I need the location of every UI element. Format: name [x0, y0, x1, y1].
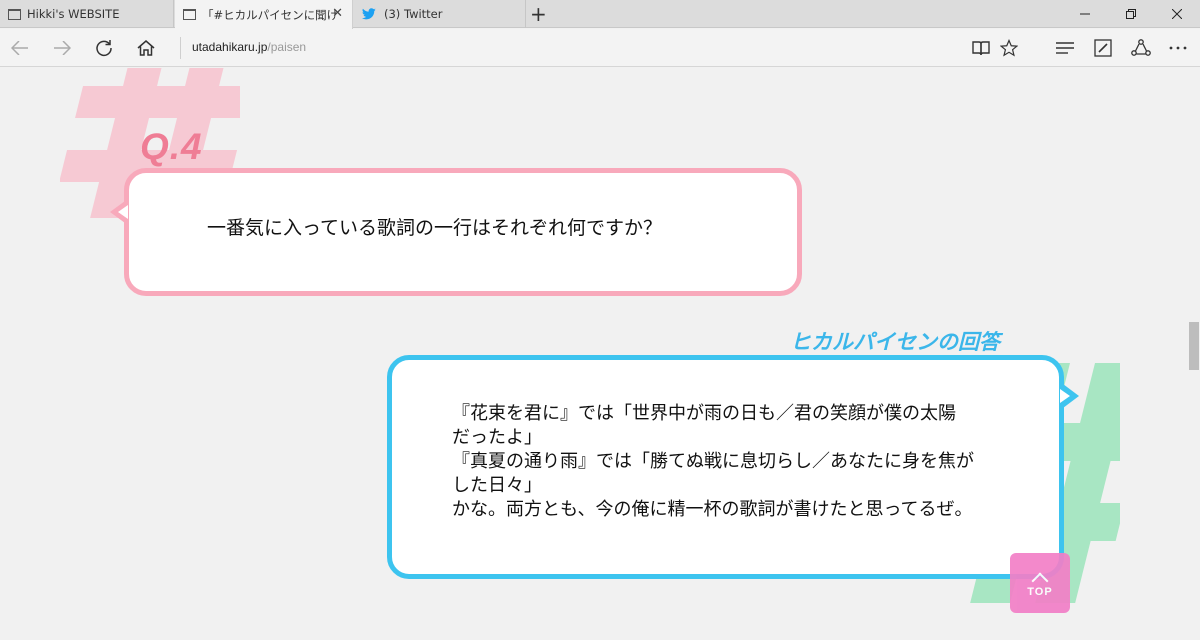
- answer-line: 『真夏の通り雨』では「勝てぬ戦に息切らし／あなたに身を焦が: [452, 451, 974, 472]
- answer-heading: ヒカルパイセンの回答: [790, 330, 1000, 354]
- question-text: 一番気に入っている歌詞の一行はそれぞれ何ですか？: [207, 217, 663, 239]
- url-path: /paisen: [267, 40, 307, 54]
- answer-text: 『花束を君に』では「世界中が雨の日も／君の笑顔が僕の太陽 だったよ」 『真夏の通…: [452, 402, 1012, 522]
- home-icon: [137, 40, 155, 56]
- refresh-icon: [96, 40, 112, 57]
- url-field[interactable]: utadahikaru.jp/paisen: [192, 40, 306, 54]
- tab-label: Hikki's WEBSITE: [27, 7, 120, 21]
- answer-line: した日々」: [452, 475, 542, 496]
- close-icon: [1172, 9, 1182, 19]
- restore-icon: [1126, 9, 1136, 19]
- answer-line: 『花束を君に』では「世界中が雨の日も／君の笑顔が僕の太陽: [452, 403, 956, 424]
- more-button[interactable]: [1158, 29, 1198, 67]
- page-content: Q.4 一番気に入っている歌詞の一行はそれぞれ何ですか？ ヒカルパイセンの回答 …: [0, 68, 1200, 640]
- question-number: Q.4: [140, 126, 203, 167]
- back-arrow-icon: [11, 41, 28, 55]
- minimize-icon: [1080, 13, 1090, 15]
- favorite-button[interactable]: [989, 29, 1029, 67]
- url-host: utadahikaru.jp: [192, 40, 268, 54]
- forward-button[interactable]: [42, 29, 82, 67]
- share-button[interactable]: [1121, 29, 1161, 67]
- answer-line: だったよ」: [452, 427, 542, 448]
- back-button[interactable]: [0, 29, 40, 67]
- book-icon: [972, 41, 990, 56]
- home-button[interactable]: [126, 29, 166, 67]
- tab-bar: Hikki's WEBSITE 「#ヒカルパイセンに聞け」Q& ✕ (3) Tw…: [0, 0, 1200, 29]
- url-separator: [180, 37, 181, 59]
- forward-arrow-icon: [54, 41, 71, 55]
- more-dots-icon: [1169, 46, 1187, 50]
- new-tab-button[interactable]: +: [530, 2, 547, 26]
- tab-hikkis-website[interactable]: Hikki's WEBSITE: [0, 0, 174, 28]
- back-to-top-button[interactable]: TOP: [1010, 553, 1070, 613]
- web-note-button[interactable]: [1083, 29, 1123, 67]
- restore-button[interactable]: [1108, 0, 1154, 28]
- close-window-button[interactable]: [1154, 0, 1200, 28]
- tab-twitter[interactable]: (3) Twitter: [354, 0, 526, 28]
- refresh-button[interactable]: [84, 29, 124, 67]
- page-icon: [8, 8, 21, 20]
- close-tab-icon[interactable]: ✕: [332, 6, 343, 21]
- answer-line: かな。両方とも、今の俺に精一杯の歌詞が書けたと思ってるぜ。: [452, 499, 973, 520]
- scrollbar-thumb[interactable]: [1189, 322, 1199, 370]
- twitter-bird-icon: [362, 8, 376, 20]
- tab-paisen-qa[interactable]: 「#ヒカルパイセンに聞け」Q& ✕: [175, 0, 353, 29]
- tab-label: (3) Twitter: [384, 7, 443, 21]
- tab-label: 「#ヒカルパイセンに聞け」Q&: [202, 7, 336, 22]
- question-bubble: 一番気に入っている歌詞の一行はそれぞれ何ですか？: [110, 168, 802, 296]
- page-icon: [183, 9, 196, 20]
- address-bar: utadahikaru.jp/paisen: [0, 29, 1200, 67]
- hub-button[interactable]: [1045, 29, 1085, 67]
- pen-note-icon: [1094, 39, 1112, 57]
- hub-lines-icon: [1056, 42, 1074, 54]
- minimize-button[interactable]: [1062, 0, 1108, 28]
- star-icon: [1000, 39, 1018, 57]
- answer-bubble: 『花束を君に』では「世界中が雨の日も／君の笑顔が僕の太陽 だったよ」 『真夏の通…: [387, 355, 1079, 579]
- share-icon: [1131, 39, 1151, 56]
